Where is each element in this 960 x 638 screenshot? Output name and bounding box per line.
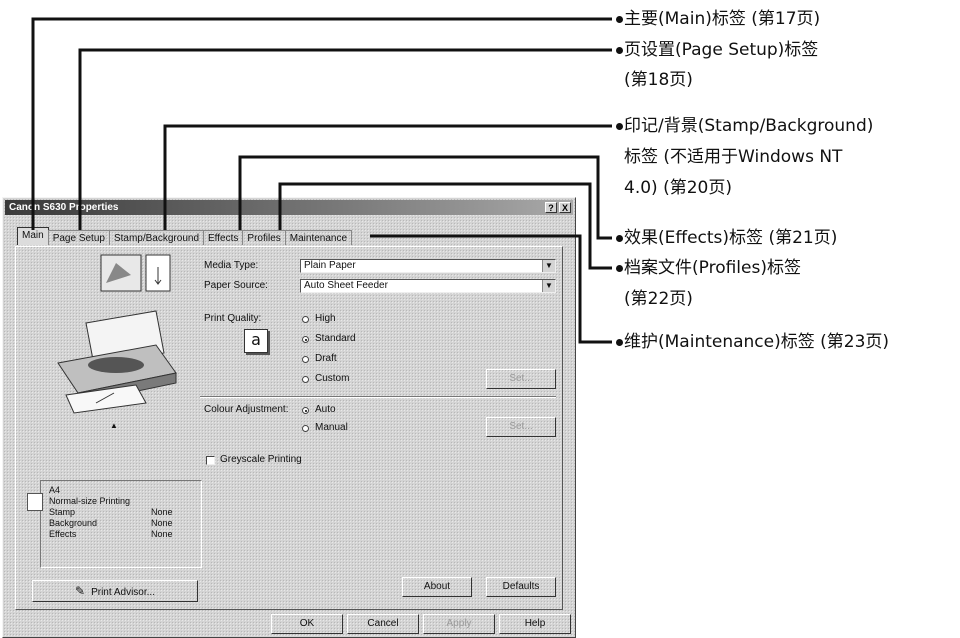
leader-profiles [278,182,612,270]
leader-maintenance [370,234,612,344]
bullet-icon [616,235,623,242]
callout-profiles-page: (第22页) [624,289,693,309]
leader-effects [238,155,612,240]
bullet-icon [616,123,623,130]
callout-effects: 效果(Effects)标签 (第21页) [624,228,838,248]
callout-profiles: 档案文件(Profiles)标签 [624,258,801,278]
callout-stamp-background: 印记/背景(Stamp/Background) [624,116,874,136]
callout-main: 主要(Main)标签 (第17页) [624,9,821,29]
bullet-icon [616,47,623,54]
callout-page-setup: 页设置(Page Setup)标签 [624,40,819,60]
bullet-icon [616,339,623,346]
callout-leader-lines [31,17,612,344]
callout-page-setup-page: (第18页) [624,70,693,90]
leader-page-setup [78,48,612,230]
leader-stamp-background [163,124,612,230]
callout-maintenance: 维护(Maintenance)标签 (第23页) [624,332,890,352]
bullet-icon [616,265,623,272]
bullet-icon [616,16,623,23]
callout-stamp-background-line3: 4.0) (第20页) [624,178,732,198]
callout-stamp-background-line2: 标签 (不适用于Windows NT [624,147,843,167]
